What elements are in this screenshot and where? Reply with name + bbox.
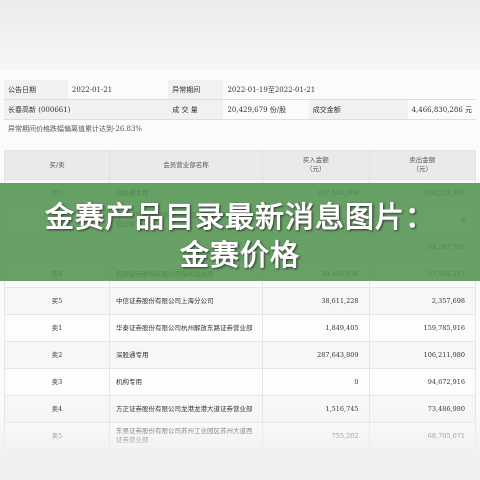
- cell-buy-amount: 287,643,809: [262, 341, 370, 369]
- bottom-fade: [0, 408, 480, 480]
- deviation-note: 异常期间价格跌幅偏离值累计达到-26.83%: [8, 125, 143, 133]
- cell-sell-amount: 2,357,698: [368, 287, 476, 315]
- banner-title-line1: 金赛产品目录最新消息图片：: [44, 200, 435, 234]
- stock-name: 长春高新 (000661): [4, 99, 169, 120]
- top-fade: [0, 0, 480, 70]
- cell-broker: 深股通专用: [109, 341, 263, 369]
- col-header-broker: 会员营业部名称: [109, 150, 263, 180]
- banner-title-line2: 金赛价格: [179, 238, 300, 272]
- cell-sell-amount: 94,672,916: [368, 368, 476, 396]
- col-header-buy: 买入金额 （元）: [262, 150, 370, 180]
- cell-broker: 中信证券股份有限公司上海分公司: [109, 287, 263, 315]
- banner-title: 金赛产品目录最新消息图片： 金赛价格: [0, 198, 480, 274]
- info-row: 公告日期 2022-01-21 异常期间 2022-01-19至2022-01-…: [4, 80, 476, 100]
- table-row: 卖2 深股通专用 287,643,809 106,211,980: [4, 341, 476, 369]
- cell-broker: 华泰证券股份有限公司杭州解放东路证券营业部: [109, 314, 263, 342]
- col-header-sell-text: 卖出金额 （元）: [409, 156, 436, 173]
- cell-buy-amount: 0: [262, 368, 370, 396]
- cell-buy-amount: 38,611,228: [262, 287, 370, 315]
- col-header-sell: 卖出金额 （元）: [368, 150, 476, 180]
- col-header-buy-text: 买入金额 （元）: [302, 156, 329, 173]
- cell-sell-amount: 106,211,980: [368, 341, 476, 369]
- col-header-side: 买/卖: [4, 150, 110, 180]
- volume-label: 成 交 量: [168, 99, 224, 120]
- announce-date-label: 公告日期: [4, 80, 68, 100]
- cell-buy-amount: 1,849,405: [262, 314, 370, 342]
- table-row: 卖3 机构专用 0 94,672,916: [4, 368, 476, 396]
- announce-date-value: 2022-01-21: [67, 80, 169, 100]
- announcement-info-table: 公告日期 2022-01-21 异常期间 2022-01-19至2022-01-…: [4, 80, 476, 120]
- cell-broker: 机构专用: [109, 368, 263, 396]
- table-row: 卖1 华泰证券股份有限公司杭州解放东路证券营业部 1,849,405 159,785,…: [4, 314, 476, 342]
- abnormal-period-value: 2022-01-19至2022-01-21: [223, 80, 476, 100]
- cell-sell-amount: 159,785,916: [368, 314, 476, 342]
- table-row: 买5 中信证券股份有限公司上海分公司 38,611,228 2,357,698: [4, 287, 476, 315]
- turnover-label: 成交金额: [308, 99, 408, 120]
- turnover-value: 4,466,830,286 元: [407, 99, 476, 120]
- cell-side: 卖2: [4, 341, 110, 369]
- info-row: 长春高新 (000661) 成 交 量 20,429,679 份/股 成交金额 …: [4, 99, 476, 120]
- cell-side: 卖1: [4, 314, 110, 342]
- abnormal-period-label: 异常期间: [168, 80, 224, 100]
- table-header-row: 买/卖 会员营业部名称 买入金额 （元） 卖出金额 （元）: [4, 150, 476, 180]
- cell-side: 买5: [4, 287, 110, 315]
- volume-value: 20,429,679 份/股: [223, 99, 309, 120]
- cell-side: 卖3: [4, 368, 110, 396]
